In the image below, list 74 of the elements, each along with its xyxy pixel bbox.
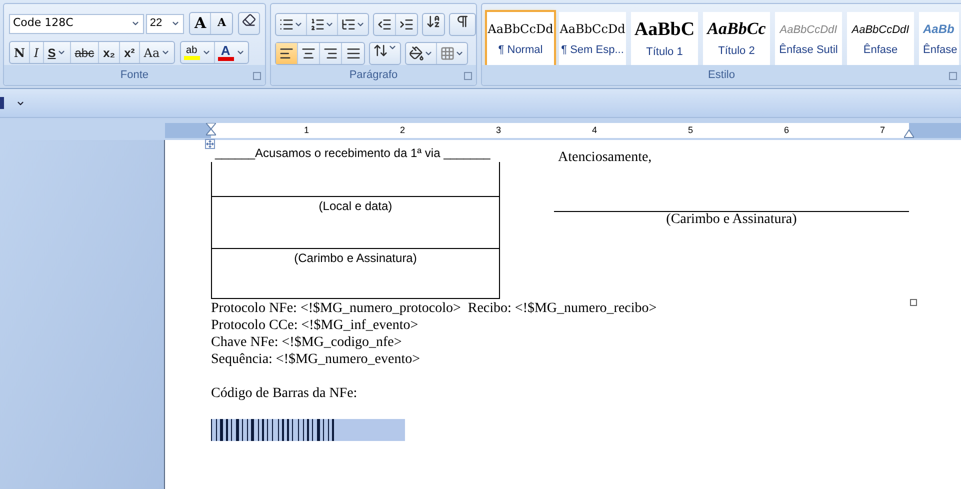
- sort-icon: [426, 14, 441, 29]
- italic-button[interactable]: I: [30, 42, 44, 63]
- line-spacing-icon: [373, 43, 388, 58]
- outdent-icon: [377, 17, 392, 32]
- ruler-number: 2: [400, 124, 406, 137]
- case-button[interactable]: Aa: [140, 42, 174, 63]
- style-tile[interactable]: AaBbCcDdI Ênfase: [847, 12, 914, 65]
- field-line: Chave NFe: <!$MG_codigo_nfe>: [211, 334, 402, 351]
- style-tile[interactable]: AaBbC Título 1: [631, 12, 698, 65]
- multilevel-list-icon: [341, 17, 356, 32]
- ruler-number: 5: [688, 124, 694, 137]
- indent-marker-icon[interactable]: [206, 123, 216, 138]
- font-color-button[interactable]: A: [214, 42, 248, 63]
- ruler-number: 7: [880, 124, 886, 137]
- indent-icon: [399, 17, 414, 32]
- table-resize-handle-icon[interactable]: [910, 299, 917, 306]
- align-icon: [323, 46, 338, 61]
- group-label: Estilo: [708, 68, 735, 83]
- strike-button[interactable]: abc: [70, 42, 100, 63]
- field-line: Protocolo NFe: <!$MG_numero_protocolo> Recibo: <!$MG_numero_recibo>: [211, 300, 657, 317]
- clear-format-button[interactable]: [238, 12, 260, 35]
- align-button[interactable]: [276, 43, 298, 64]
- style-tile[interactable]: AaBbCcDd ¶ Sem Esp...: [559, 12, 626, 65]
- ruler-number: 1: [304, 124, 310, 137]
- caret-icon: [171, 19, 180, 28]
- caret-icon: [455, 49, 464, 58]
- table-cell-text: (Local e data): [318, 199, 392, 213]
- numbered-list-icon: [310, 17, 325, 32]
- caret-icon: [388, 43, 397, 52]
- receipt-heading: ______Acusamos o recebimento da 1ª via _______: [214, 146, 492, 162]
- font-size-field[interactable]: 22: [146, 14, 184, 34]
- table-move-handle-icon[interactable]: [205, 139, 215, 149]
- style-tile[interactable]: AaBb Ênfase: [919, 12, 959, 65]
- paint-bucket-icon: [409, 46, 424, 61]
- caret-icon: [356, 20, 365, 29]
- align-icon: [346, 46, 360, 61]
- closing-text: Atenciosamente,: [557, 149, 653, 167]
- group-label: Parágrafo: [349, 68, 398, 83]
- field-line: Protocolo CCe: <!$MG_inf_evento>: [211, 317, 418, 334]
- sup-button[interactable]: x²: [120, 42, 140, 63]
- ruler-number: 3: [496, 124, 502, 137]
- font-name-field[interactable]: Code 128C: [9, 14, 144, 34]
- caret-icon: [130, 19, 140, 28]
- sub-button[interactable]: x₂: [99, 42, 120, 63]
- style-tile[interactable]: AaBbCc Título 2: [703, 12, 770, 65]
- highlight-button[interactable]: ab: [180, 42, 215, 63]
- right-indent-marker-icon[interactable]: [904, 129, 914, 138]
- ruler-number: 4: [592, 124, 598, 137]
- shrink-font-button[interactable]: A: [211, 13, 232, 34]
- barcode-label: Código de Barras da NFe:: [211, 385, 358, 402]
- border-grid-icon: [440, 46, 455, 61]
- pilcrow-icon: [455, 14, 470, 29]
- field-line: Sequência: <!$MG_numero_evento>: [211, 351, 420, 368]
- caret-icon: [294, 20, 303, 29]
- caret-icon: [202, 48, 211, 57]
- line-spacing-button[interactable]: [369, 42, 401, 65]
- signature-label: (Carimbo e Assinatura): [665, 212, 798, 228]
- caret-icon: [236, 48, 245, 57]
- underline-button[interactable]: S: [44, 42, 71, 63]
- sort-button[interactable]: [422, 13, 445, 36]
- align-icon: [301, 46, 316, 61]
- show-marks-button[interactable]: [449, 13, 476, 36]
- bold-button[interactable]: N: [10, 42, 30, 63]
- bullet-list-icon: [279, 17, 294, 32]
- group-label: Fonte: [120, 68, 149, 83]
- grow-font-button[interactable]: A: [190, 13, 212, 34]
- align-icon: [279, 46, 294, 61]
- caret-icon: [424, 49, 433, 58]
- style-tile[interactable]: AaBbCcDd ¶ Normal: [487, 12, 554, 65]
- caret-icon: [325, 20, 334, 29]
- style-tile[interactable]: AaBbCcDdI Ênfase Sutil: [775, 12, 842, 65]
- ruler-number: 6: [784, 124, 790, 137]
- eraser-icon: [242, 13, 256, 27]
- table-cell-text: (Carimbo e Assinatura): [294, 251, 417, 265]
